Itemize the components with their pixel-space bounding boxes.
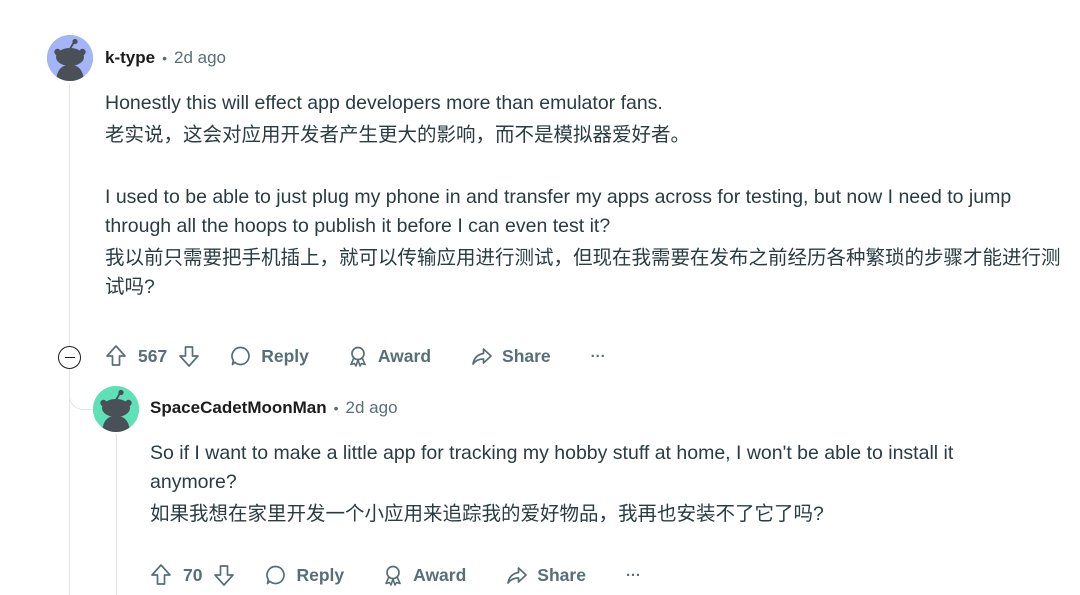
award-icon xyxy=(350,346,366,367)
more-dots-icon: ··· xyxy=(590,347,606,365)
comment-paragraph: Honestly this will effect app developers… xyxy=(105,92,663,114)
share-label: Share xyxy=(537,564,586,585)
comment-body: Honestly this will effect app developers… xyxy=(105,89,1077,302)
vote-group: 70 xyxy=(150,563,235,587)
comment-paragraph: 老实说，这会对应用开发者产生更大的影响，而不是模拟器爱好者。 xyxy=(105,124,691,146)
share-label: Share xyxy=(502,345,551,366)
award-button[interactable]: Award xyxy=(347,345,431,367)
thread-line[interactable] xyxy=(69,84,70,595)
vote-group: 567 xyxy=(105,344,200,368)
more-options-button[interactable]: ··· xyxy=(626,567,641,584)
share-arrow-icon xyxy=(507,567,528,584)
timestamp[interactable]: 2d ago xyxy=(346,398,398,418)
award-label: Award xyxy=(377,345,432,366)
minus-icon xyxy=(64,356,75,359)
separator-dot: • xyxy=(333,400,339,416)
comment-paragraph: 如果我想在家里开发一个小应用来追踪我的爱好物品，我再也安装不了它了吗? xyxy=(150,503,824,525)
username[interactable]: k-type xyxy=(105,48,155,68)
comment-meta: k-type • 2d ago xyxy=(105,48,226,68)
downvote-icon xyxy=(214,565,235,586)
award-label: Award xyxy=(413,564,467,585)
reply-label: Reply xyxy=(261,345,309,366)
thread-elbow xyxy=(69,380,95,410)
upvote-icon xyxy=(151,564,171,585)
more-options-button[interactable]: ··· xyxy=(591,348,606,365)
share-button[interactable]: Share xyxy=(506,564,586,586)
reply-button[interactable]: Reply xyxy=(265,564,344,586)
vote-count: 567 xyxy=(138,345,168,366)
upvote-button[interactable] xyxy=(150,563,172,587)
collapse-thread-button[interactable] xyxy=(58,346,81,369)
comment-paragraph: So if I want to make a little app for tr… xyxy=(150,442,954,493)
comment-paragraph: 我以前只需要把手机插上，就可以传输应用进行测试，但现在我需要在发布之前经历各种繁… xyxy=(105,247,1061,298)
comment-bubble-icon xyxy=(266,565,286,585)
share-button[interactable]: Share xyxy=(471,345,551,367)
reply-label: Reply xyxy=(296,564,345,585)
reply-thread-line[interactable] xyxy=(116,434,117,595)
comment-paragraph: I used to be able to just plug my phone … xyxy=(105,186,1012,237)
award-icon xyxy=(385,565,401,586)
timestamp[interactable]: 2d ago xyxy=(174,48,226,68)
snoo-avatar-icon xyxy=(47,35,93,81)
reply-body: So if I want to make a little app for tr… xyxy=(150,439,1030,529)
comment-bubble-icon xyxy=(231,346,250,366)
reply-actions: 70 Reply Award Share ··· xyxy=(150,563,641,587)
downvote-button[interactable] xyxy=(213,563,235,587)
reply-meta: SpaceCadetMoonMan • 2d ago xyxy=(150,398,398,418)
snoo-avatar-icon xyxy=(93,386,139,432)
vote-count: 70 xyxy=(183,564,203,585)
separator-dot: • xyxy=(162,50,167,66)
avatar[interactable] xyxy=(93,386,139,432)
award-button[interactable]: Award xyxy=(382,564,466,586)
share-arrow-icon xyxy=(472,348,492,365)
upvote-icon xyxy=(106,345,126,366)
downvote-icon xyxy=(179,346,200,367)
avatar[interactable] xyxy=(47,35,93,81)
more-dots-icon: ··· xyxy=(625,566,641,584)
username[interactable]: SpaceCadetMoonMan xyxy=(150,398,327,418)
reply-button[interactable]: Reply xyxy=(230,345,309,367)
comment-actions: 567 Reply Award Share ··· xyxy=(105,344,606,368)
downvote-button[interactable] xyxy=(178,344,200,368)
upvote-button[interactable] xyxy=(105,344,127,368)
